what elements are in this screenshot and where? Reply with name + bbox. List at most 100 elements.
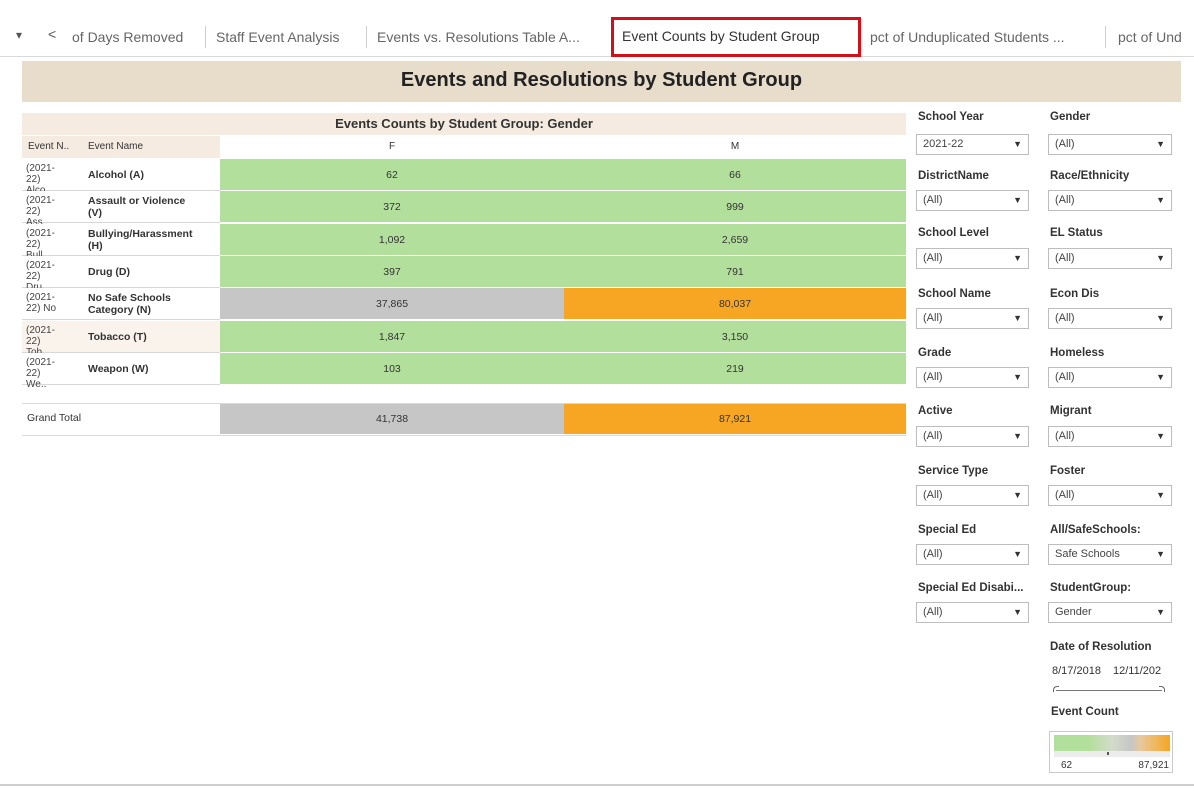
gender-dropdown[interactable]: (All) ▼ <box>1048 134 1172 155</box>
event-number-cell: (2021- 22) We.. <box>26 357 62 390</box>
special-ed-value: (All) <box>923 548 943 560</box>
m-count-cell[interactable]: 791 <box>564 256 906 288</box>
event-name-cell: Bullying/Harassment (H) <box>88 228 218 252</box>
tab-separator <box>205 26 206 48</box>
active-dropdown[interactable]: (All) ▼ <box>916 426 1029 447</box>
f-count-cell[interactable]: 1,847 <box>220 321 564 353</box>
migrant-value: (All) <box>1055 430 1075 442</box>
student-group-dropdown[interactable]: Gender ▼ <box>1048 602 1172 623</box>
grade-dropdown[interactable]: (All) ▼ <box>916 367 1029 388</box>
tab-staff-event-analysis[interactable]: Staff Event Analysis <box>208 18 366 56</box>
foster-dropdown[interactable]: (All) ▼ <box>1048 485 1172 506</box>
m-count-cell[interactable]: 999 <box>564 191 906 223</box>
f-count-cell[interactable]: 397 <box>220 256 564 288</box>
chevron-down-icon: ▼ <box>1013 195 1022 205</box>
m-count-cell[interactable]: 80,037 <box>564 288 906 320</box>
event-name-line2: (H) <box>88 240 103 252</box>
column-header-f[interactable]: F <box>220 136 564 158</box>
chevron-down-icon: ▼ <box>1156 549 1165 559</box>
column-header-event-name[interactable]: Event Name <box>88 136 143 158</box>
chevron-down-icon: ▼ <box>1013 490 1022 500</box>
filter-label-homeless: Homeless <box>1050 347 1105 359</box>
column-header-event-number[interactable]: Event N.. <box>28 136 69 158</box>
student-group-value: Gender <box>1055 606 1092 618</box>
f-count-cell[interactable]: 372 <box>220 191 564 223</box>
chevron-down-icon: ▼ <box>1013 431 1022 441</box>
tab-scroll-left-icon[interactable]: < <box>48 26 56 42</box>
special-ed-disability-dropdown[interactable]: (All) ▼ <box>916 602 1029 623</box>
chevron-down-icon: ▼ <box>1013 253 1022 263</box>
event-name-line1: Drug (D) <box>88 266 130 278</box>
filter-label-service-type: Service Type <box>918 465 989 477</box>
tab-days-removed[interactable]: of Days Removed <box>64 18 204 56</box>
safe-schools-value: Safe Schools <box>1055 548 1120 560</box>
filter-label-district: DistrictName <box>918 170 989 182</box>
f-count-cell[interactable]: 1,092 <box>220 224 564 256</box>
tab-pct-und[interactable]: pct of Und <box>1110 18 1194 56</box>
grand-total-m-cell[interactable]: 87,921 <box>564 404 906 435</box>
tab-event-counts-by-student-group[interactable]: Event Counts by Student Group <box>611 17 861 57</box>
chevron-down-icon: ▼ <box>1013 313 1022 323</box>
filter-label-foster: Foster <box>1050 465 1086 477</box>
event-number-line1: (2021- <box>26 195 55 206</box>
grade-value: (All) <box>923 371 943 383</box>
race-dropdown[interactable]: (All) ▼ <box>1048 190 1172 211</box>
slider-handle-start[interactable] <box>1053 686 1059 692</box>
f-count-cell[interactable]: 37,865 <box>220 288 564 320</box>
f-count-cell[interactable]: 62 <box>220 159 564 191</box>
m-count-cell[interactable]: 2,659 <box>564 224 906 256</box>
slider-track <box>1056 690 1162 691</box>
slider-handle-end[interactable] <box>1159 686 1165 692</box>
filter-label-school-year: School Year <box>918 111 984 123</box>
grand-total-label: Grand Total <box>27 412 82 424</box>
filter-label-date-of-resolution: Date of Resolution <box>1050 641 1152 653</box>
date-range-start: 8/17/2018 <box>1052 665 1101 677</box>
school-name-dropdown[interactable]: (All) ▼ <box>916 308 1029 329</box>
column-header-m[interactable]: M <box>564 136 906 158</box>
table-bottom-border <box>22 435 906 436</box>
date-range-slider[interactable] <box>1053 686 1165 692</box>
tab-separator <box>1105 26 1106 48</box>
active-value: (All) <box>923 430 943 442</box>
f-count-cell[interactable]: 103 <box>220 353 564 385</box>
tab-pct-unduplicated-students[interactable]: pct of Unduplicated Students ... <box>862 18 1100 56</box>
tab-separator <box>366 26 367 48</box>
homeless-dropdown[interactable]: (All) ▼ <box>1048 367 1172 388</box>
district-dropdown[interactable]: (All) ▼ <box>916 190 1029 211</box>
chevron-down-icon: ▼ <box>1156 431 1165 441</box>
tab-menu-dropdown-icon[interactable]: ▾ <box>16 28 22 42</box>
event-name-line1: Weapon (W) <box>88 363 149 375</box>
district-value: (All) <box>923 194 943 206</box>
event-name-line2: (V) <box>88 207 102 219</box>
service-type-dropdown[interactable]: (All) ▼ <box>916 485 1029 506</box>
m-count-cell[interactable]: 3,150 <box>564 321 906 353</box>
econ-dis-value: (All) <box>1055 312 1075 324</box>
legend-bar-lower <box>1054 751 1170 757</box>
m-count-cell[interactable]: 219 <box>564 353 906 385</box>
bottom-border <box>0 784 1194 786</box>
tab-events-vs-resolutions[interactable]: Events vs. Resolutions Table A... <box>369 18 605 56</box>
safe-schools-dropdown[interactable]: Safe Schools ▼ <box>1048 544 1172 565</box>
filter-label-el-status: EL Status <box>1050 227 1103 239</box>
econ-dis-dropdown[interactable]: (All) ▼ <box>1048 308 1172 329</box>
special-ed-disability-value: (All) <box>923 606 943 618</box>
migrant-dropdown[interactable]: (All) ▼ <box>1048 426 1172 447</box>
event-number-line1: (2021- <box>26 325 55 336</box>
el-status-dropdown[interactable]: (All) ▼ <box>1048 248 1172 269</box>
chevron-down-icon: ▼ <box>1156 372 1165 382</box>
special-ed-dropdown[interactable]: (All) ▼ <box>916 544 1029 565</box>
school-year-dropdown[interactable]: 2021-22 ▼ <box>916 134 1029 155</box>
school-level-dropdown[interactable]: (All) ▼ <box>916 248 1029 269</box>
filter-label-gender: Gender <box>1050 111 1091 123</box>
homeless-value: (All) <box>1055 371 1075 383</box>
filter-label-school-name: School Name <box>918 288 991 300</box>
table-title: Events Counts by Student Group: Gender <box>22 113 906 135</box>
filter-label-special-ed-disability: Special Ed Disabi... <box>918 582 1024 594</box>
event-name-cell: Assault or Violence (V) <box>88 195 218 219</box>
event-name-cell: Tobacco (T) <box>88 331 218 343</box>
dashboard-title: Events and Resolutions by Student Group <box>400 69 803 91</box>
grand-total-f-cell[interactable]: 41,738 <box>220 404 564 435</box>
m-count-cell[interactable]: 66 <box>564 159 906 191</box>
legend-min: 62 <box>1061 760 1073 771</box>
filter-label-active: Active <box>918 405 953 417</box>
